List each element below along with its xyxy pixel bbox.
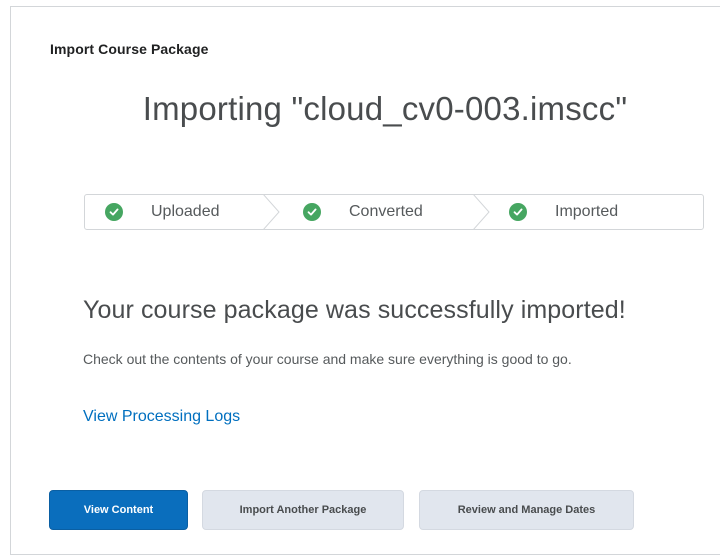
- progress-stepper: Uploaded Converted Imported: [84, 194, 704, 230]
- step-label: Converted: [349, 203, 423, 220]
- check-circle-icon: [509, 203, 527, 221]
- import-another-package-button[interactable]: Import Another Package: [202, 490, 404, 530]
- step-converted: Converted: [303, 195, 423, 229]
- review-manage-dates-button[interactable]: Review and Manage Dates: [419, 490, 634, 530]
- view-content-button[interactable]: View Content: [49, 490, 188, 530]
- import-heading: Importing "cloud_cv0-003.imscc": [142, 90, 628, 127]
- import-dialog: [10, 6, 720, 555]
- chevron-right-icon: [263, 195, 280, 229]
- check-circle-icon: [303, 203, 321, 221]
- check-circle-icon: [105, 203, 123, 221]
- success-message: Check out the contents of your course an…: [83, 351, 572, 367]
- chevron-right-icon: [473, 195, 490, 229]
- step-label: Imported: [555, 203, 619, 220]
- success-heading: Your course package was successfully imp…: [83, 296, 626, 324]
- dialog-title: Import Course Package: [50, 41, 209, 57]
- step-imported: Imported: [509, 195, 618, 229]
- step-label: Uploaded: [151, 203, 220, 220]
- step-uploaded: Uploaded: [105, 195, 220, 229]
- view-processing-logs-link[interactable]: View Processing Logs: [83, 408, 240, 426]
